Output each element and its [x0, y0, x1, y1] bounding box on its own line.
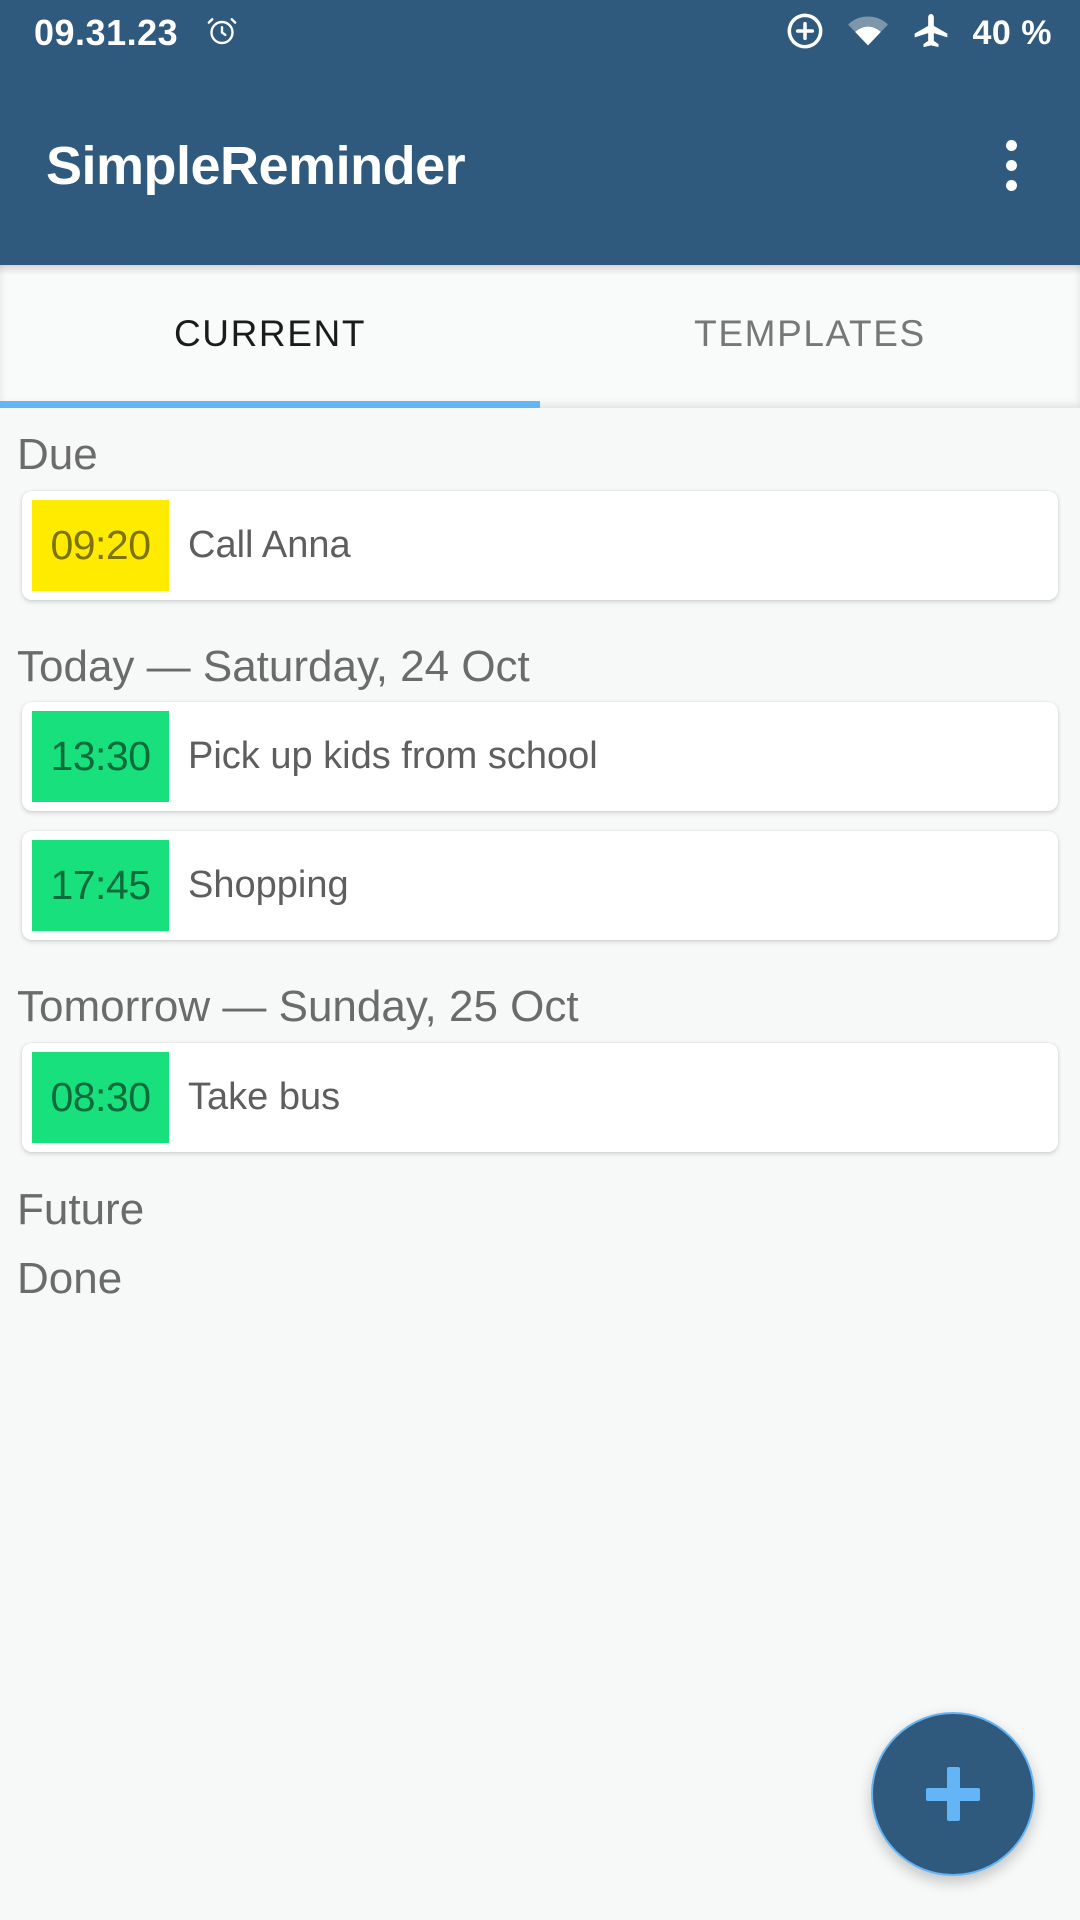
reminder-list: Due 09:20 Call Anna Today — Saturday, 24…: [0, 408, 1080, 1920]
section-header-due: Due: [17, 430, 98, 479]
tab-bar: CURRENT TEMPLATES: [0, 265, 1080, 408]
section-header-future: Future: [17, 1184, 145, 1234]
app-title: SimpleReminder: [46, 135, 466, 196]
alarm-clock-icon: [204, 13, 240, 54]
reminder-title: Take bus: [188, 1075, 341, 1118]
tab-templates[interactable]: TEMPLATES: [540, 265, 1080, 408]
status-bar-left: 09.31.23: [34, 13, 240, 54]
app-bar: SimpleReminder: [0, 66, 1080, 265]
plus-icon: [926, 1767, 980, 1821]
status-bar-clock: 09.31.23: [34, 12, 179, 53]
airplane-mode-icon: [911, 11, 951, 56]
reminder-title: Pick up kids from school: [188, 735, 598, 778]
do-not-disturb-add-icon: [785, 11, 825, 56]
reminder-title: Shopping: [188, 864, 349, 907]
add-reminder-fab[interactable]: [871, 1712, 1035, 1876]
overflow-dot: [1005, 180, 1017, 191]
reminder-item[interactable]: 08:30 Take bus: [22, 1042, 1058, 1152]
reminder-time-badge: 13:30: [32, 711, 169, 803]
reminder-title: Call Anna: [188, 523, 351, 566]
section-header-today: Today — Saturday, 24 Oct: [17, 641, 530, 691]
reminder-time-badge: 08:30: [32, 1051, 169, 1143]
status-bar: 09.31.23 40 %: [0, 0, 1080, 66]
reminder-item[interactable]: 09:20 Call Anna: [22, 490, 1058, 600]
overflow-menu-icon[interactable]: [976, 121, 1046, 211]
status-bar-right: 40 %: [785, 11, 1053, 56]
reminder-item[interactable]: 17:45 Shopping: [22, 831, 1058, 941]
battery-percentage: 40 %: [972, 13, 1052, 52]
reminder-time-badge: 09:20: [32, 499, 169, 591]
section-header-done: Done: [17, 1254, 123, 1304]
section-header-tomorrow: Tomorrow — Sunday, 25 Oct: [17, 982, 579, 1032]
tab-indicator: [0, 401, 540, 408]
wifi-icon: [847, 14, 889, 53]
overflow-dot: [1005, 140, 1017, 151]
overflow-dot: [1005, 160, 1017, 171]
reminder-item[interactable]: 13:30 Pick up kids from school: [22, 702, 1058, 812]
tab-current[interactable]: CURRENT: [0, 265, 540, 408]
reminder-time-badge: 17:45: [32, 840, 169, 932]
